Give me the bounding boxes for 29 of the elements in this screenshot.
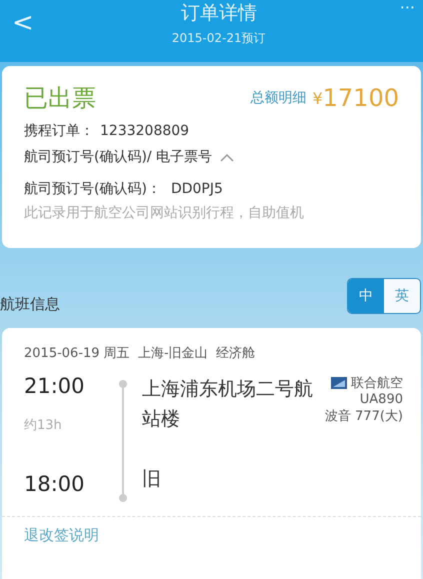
- language-tab[interactable]: 英: [384, 279, 420, 313]
- arrival-airport: 旧: [142, 467, 162, 492]
- departure-time: 21:00: [24, 374, 86, 398]
- aircraft-type: 波音 777(大): [324, 408, 403, 425]
- ticket-status: 已出票: [24, 83, 96, 114]
- back-button[interactable]: <: [8, 4, 38, 42]
- flight-summary: 2015-06-19 周五 上海-旧金山 经济舱: [24, 345, 256, 362]
- total-amount: 17100: [322, 84, 399, 112]
- page-title: 订单详情: [180, 1, 257, 26]
- more-button[interactable]: ···: [400, 0, 415, 17]
- chevron-icon: [220, 152, 234, 162]
- section-title: 航班信息: [0, 295, 60, 314]
- currency-symbol: ¥: [312, 88, 323, 108]
- airline-logo-icon: [331, 377, 347, 389]
- pnr-toggle[interactable]: 航司预订号(确认码)/ 电子票号: [24, 148, 399, 166]
- arrival-time: 18:00: [24, 472, 86, 496]
- order-number: 1233208809: [100, 123, 190, 139]
- airline-name: 联合航空: [351, 375, 403, 392]
- flight-duration: 约13h: [24, 417, 63, 434]
- pnr-code: DD0PJ5: [170, 181, 223, 197]
- departure-airport: 上海浦东机场二号航站楼: [142, 377, 314, 432]
- refund-policy-link[interactable]: 退改签说明: [24, 526, 99, 544]
- total-details-link[interactable]: 总额明细: [250, 89, 306, 107]
- order-label: 携程订单：: [24, 122, 94, 140]
- pnr-note: 此记录用于航空公司网站识别行程，自助值机: [24, 204, 305, 222]
- language-tab[interactable]: 中: [348, 279, 384, 313]
- booking-date: 2015-02-21预订: [172, 30, 266, 47]
- pnr-label: 航司预订号(确认码)：: [24, 180, 161, 198]
- flight-number: UA890: [360, 392, 403, 407]
